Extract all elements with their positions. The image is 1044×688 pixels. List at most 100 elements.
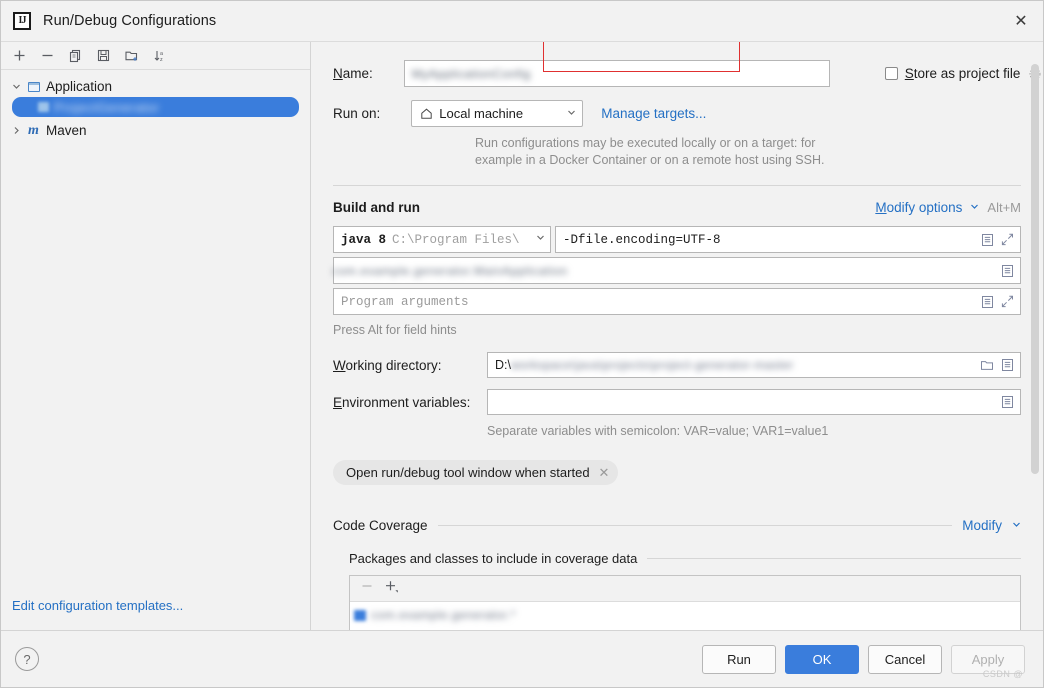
program-arguments-input[interactable]: Program arguments — [333, 288, 1021, 315]
list-icon[interactable] — [981, 233, 994, 247]
run-on-hint-line2: example in a Docker Container or on a re… — [475, 153, 825, 167]
store-as-project-file-label: Store as project file — [904, 66, 1021, 81]
list-icon[interactable] — [1001, 264, 1014, 278]
option-chip-open-tool-window[interactable]: Open run/debug tool window when started … — [333, 460, 619, 485]
configuration-editor-panel: Name: MyApplicationConfig Store as proje… — [311, 42, 1043, 630]
coverage-packages-title: Packages and classes to include in cover… — [349, 551, 638, 566]
dialog-title: Run/Debug Configurations — [43, 13, 217, 29]
new-folder-icon[interactable] — [119, 44, 144, 67]
run-on-row: Run on: Local machine Manage targets... — [311, 100, 1043, 127]
chevron-right-icon[interactable] — [7, 126, 25, 135]
list-icon[interactable] — [1001, 358, 1014, 372]
dialog-title-bar: IJ Run/Debug Configurations ✕ — [1, 1, 1043, 42]
tree-node-label: Application — [46, 79, 113, 94]
build-and-run-fields: java 8 C:\Program Files\ -Dfile.encoding… — [311, 42, 1043, 339]
code-coverage-title: Code Coverage — [333, 518, 428, 533]
save-icon[interactable] — [91, 44, 116, 67]
intellij-logo-text: IJ — [18, 15, 27, 26]
tree-node-maven[interactable]: m Maven — [1, 120, 310, 141]
environment-variables-label: Environment variables: — [333, 394, 471, 410]
jdk-select[interactable]: java 8 C:\Program Files\ — [333, 226, 551, 253]
expand-icon[interactable] — [1001, 233, 1014, 246]
option-chip-label: Open run/debug tool window when started — [346, 465, 590, 480]
chevron-down-icon[interactable] — [536, 233, 545, 246]
chevron-down-icon[interactable] — [970, 202, 979, 214]
vm-options-input[interactable]: -Dfile.encoding=UTF-8 — [555, 226, 1021, 253]
working-directory-label: Working directory: — [333, 357, 442, 373]
tree-node-application[interactable]: Application — [1, 76, 310, 97]
tree-toolbar: a z — [1, 42, 310, 70]
divider — [437, 525, 953, 526]
modify-options-shortcut: Alt+M — [987, 200, 1021, 215]
working-directory-input[interactable]: D:\ workspace\java\projects\project-gene… — [487, 352, 1021, 378]
close-icon[interactable]: ✕ — [599, 465, 610, 481]
copy-icon[interactable] — [63, 44, 88, 67]
jdk-path: C:\Program Files\ — [392, 232, 520, 247]
name-input-value: MyApplicationConfig — [411, 66, 531, 81]
minus-icon — [360, 579, 374, 598]
tree-node-selected-configuration[interactable]: ProjectGenerator — [12, 97, 299, 117]
list-item-label: com.example.generator.* — [371, 608, 516, 622]
plus-dropdown-icon[interactable] — [384, 579, 400, 599]
chevron-down-icon[interactable] — [1012, 520, 1021, 532]
folder-browse-icon[interactable] — [980, 358, 994, 372]
watermark: CSDN @ — [982, 669, 1023, 679]
close-icon[interactable]: ✕ — [999, 1, 1043, 40]
chevron-down-icon[interactable] — [567, 108, 576, 120]
dialog-body: a z Application ProjectGenerator m Maven… — [1, 42, 1043, 630]
build-and-run-header: Build and run Modify options Alt+M — [311, 200, 1043, 215]
working-directory-value-prefix: D:\ — [495, 358, 511, 372]
manage-targets-link[interactable]: Manage targets... — [601, 106, 706, 121]
help-icon[interactable]: ? — [15, 647, 39, 671]
application-icon — [25, 79, 42, 95]
application-icon — [38, 102, 49, 112]
tree-node-label: Maven — [46, 123, 87, 138]
run-on-selected-value: Local machine — [439, 106, 524, 121]
list-icon[interactable] — [981, 295, 994, 309]
list-item[interactable]: com.example.generator.* — [354, 608, 1020, 622]
intellij-logo-icon: IJ — [13, 12, 31, 30]
environment-variables-input[interactable] — [487, 389, 1021, 415]
name-input[interactable]: MyApplicationConfig — [403, 60, 830, 87]
sort-alphabetical-icon[interactable]: a z — [147, 44, 172, 67]
coverage-packages-header: Packages and classes to include in cover… — [311, 551, 1043, 566]
environment-variables-row: Environment variables: — [311, 389, 1043, 415]
run-on-hint: Run configurations may be executed local… — [475, 135, 1043, 169]
ok-button[interactable]: OK — [785, 644, 859, 674]
svg-text:z: z — [160, 57, 163, 63]
divider — [333, 185, 1021, 186]
store-as-project-file-checkbox[interactable] — [884, 67, 898, 80]
alt-field-hints-text: Press Alt for field hints — [333, 323, 457, 337]
package-icon — [354, 609, 366, 621]
jdk-name: java 8 — [341, 232, 387, 247]
divider — [647, 558, 1021, 559]
store-as-project-file-group[interactable]: Store as project file — [884, 66, 1043, 81]
run-on-select[interactable]: Local machine — [411, 100, 584, 127]
working-directory-row: Working directory: D:\ workspace\java\pr… — [311, 352, 1043, 378]
footer-buttons: Run OK Cancel Apply — [702, 644, 1025, 674]
home-icon — [420, 107, 433, 120]
modify-options-link[interactable]: Modify options — [875, 200, 962, 215]
vertical-scrollbar[interactable] — [1031, 64, 1039, 474]
main-class-input[interactable]: com.example.generator.MainApplication — [332, 257, 1021, 284]
minus-icon[interactable] — [35, 44, 60, 67]
edit-configuration-templates-link[interactable]: Edit configuration templates... — [12, 598, 183, 613]
code-coverage-modify-link[interactable]: Modify — [962, 518, 1002, 533]
run-button[interactable]: Run — [702, 644, 776, 674]
coverage-packages-list-box: com.example.generator.* — [349, 575, 1021, 630]
configurations-tree[interactable]: Application ProjectGenerator m Maven — [1, 70, 310, 630]
list-icon[interactable] — [1001, 395, 1014, 409]
run-debug-configurations-dialog: IJ Run/Debug Configurations ✕ a z Applic… — [0, 0, 1044, 688]
build-and-run-title: Build and run — [333, 200, 420, 215]
code-coverage-header: Code Coverage Modify — [311, 518, 1043, 533]
name-row: Name: MyApplicationConfig Store as proje… — [311, 60, 1043, 87]
tree-node-label-blurred: ProjectGenerator — [54, 99, 160, 115]
cancel-button[interactable]: Cancel — [868, 644, 942, 674]
run-on-label: Run on: — [333, 106, 381, 121]
coverage-packages-list[interactable]: com.example.generator.* — [350, 602, 1020, 630]
expand-icon[interactable] — [1001, 295, 1014, 308]
plus-icon[interactable] — [7, 44, 32, 67]
chevron-down-icon[interactable] — [7, 82, 25, 91]
coverage-list-toolbar — [350, 576, 1020, 602]
environment-variables-hint: Separate variables with semicolon: VAR=v… — [487, 424, 829, 438]
